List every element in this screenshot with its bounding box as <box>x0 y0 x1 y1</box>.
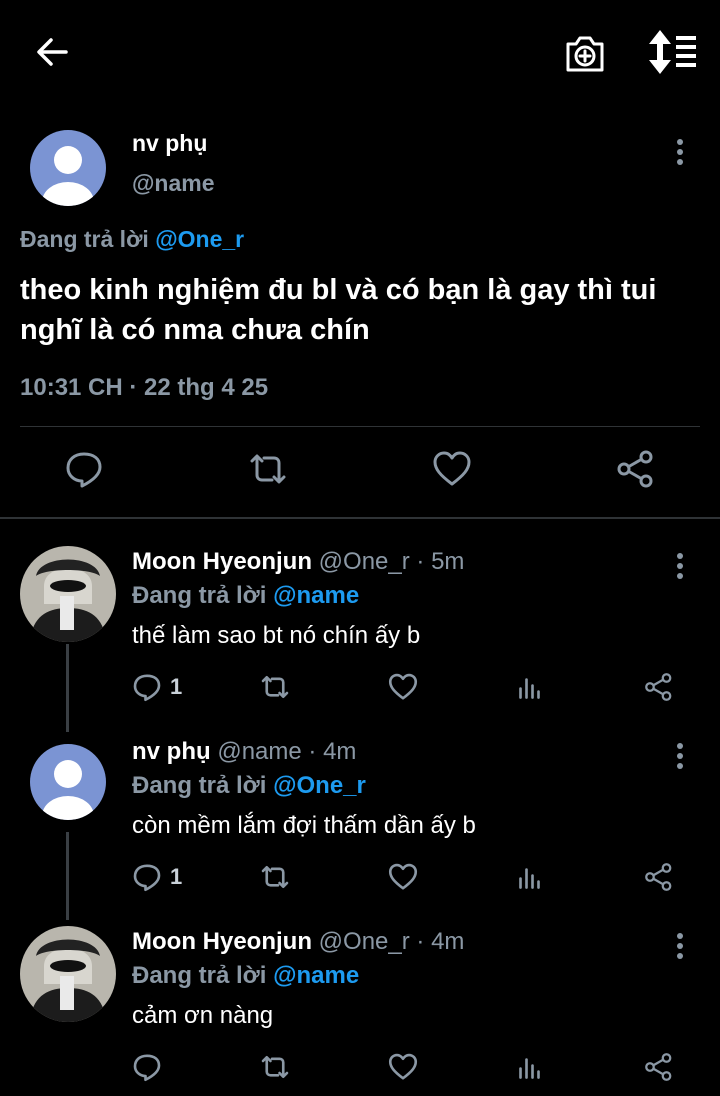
default-avatar-icon <box>42 760 94 820</box>
reply-text: cảm ơn nàng <box>132 1002 274 1029</box>
replying-to: Đang trả lời @One_r <box>20 226 244 253</box>
reply-button[interactable] <box>132 1050 162 1084</box>
retweet-icon[interactable] <box>248 449 288 489</box>
replying-to-handle[interactable]: @One_r <box>155 226 244 252</box>
retweet-button[interactable] <box>260 670 290 704</box>
author-handle[interactable]: @name <box>132 170 215 197</box>
retweet-icon <box>261 865 289 889</box>
more-options-icon[interactable] <box>668 930 692 962</box>
replying-to-label: Đang trả lời <box>132 582 267 609</box>
replying-to-label: Đang trả lời <box>20 226 149 252</box>
reply-count: 1 <box>170 864 183 889</box>
avatar[interactable] <box>30 130 106 206</box>
stats-icon <box>519 868 540 889</box>
replying-to: Đang trả lời @name <box>132 582 359 610</box>
author-name[interactable]: Moon Hyeonjun <box>132 548 312 575</box>
author-name[interactable]: nv phụ <box>132 130 207 157</box>
more-options-icon[interactable] <box>668 550 692 582</box>
sort-icon[interactable] <box>646 28 698 76</box>
reply-button[interactable]: 1 <box>132 860 182 894</box>
replying-to-label: Đang trả lời <box>132 772 267 799</box>
share-button[interactable] <box>644 1050 674 1084</box>
like-icon <box>388 673 418 700</box>
more-options-icon[interactable] <box>668 740 692 772</box>
reply-tweet[interactable]: nv phụ @name · 4m Đang trả lời @One_r cò… <box>0 736 720 926</box>
top-bar <box>0 0 720 104</box>
author-name[interactable]: nv phụ <box>132 738 211 765</box>
post-age: · 5m <box>416 548 465 575</box>
stats-button[interactable] <box>516 670 546 704</box>
reply-tweet[interactable]: Moon Hyeonjun @One_r · 5m Đang trả lời @… <box>0 546 720 736</box>
avatar[interactable] <box>20 546 116 642</box>
reply-icon <box>133 674 161 702</box>
reply-text: còn mềm lắm đợi thấm dần ấy b <box>132 812 476 839</box>
share-icon <box>645 673 672 701</box>
avatar[interactable] <box>30 744 106 820</box>
reply-header: Moon Hyeonjun @One_r · 5m <box>132 548 464 576</box>
share-button[interactable] <box>644 860 674 894</box>
like-button[interactable] <box>388 670 418 704</box>
profile-photo <box>20 546 116 642</box>
stats-icon <box>519 678 540 699</box>
replying-to-handle[interactable]: @name <box>273 962 359 989</box>
section-separator <box>0 517 720 519</box>
author-handle[interactable]: @One_r <box>319 928 410 955</box>
retweet-button[interactable] <box>260 860 290 894</box>
retweet-button[interactable] <box>260 1050 290 1084</box>
replying-to-handle[interactable]: @One_r <box>273 772 366 799</box>
share-icon <box>645 863 672 891</box>
reply-count: 1 <box>170 674 183 699</box>
reply-icon <box>133 1054 161 1082</box>
more-options-icon[interactable] <box>668 136 692 168</box>
author-name[interactable]: Moon Hyeonjun <box>132 928 312 955</box>
profile-photo <box>20 926 116 1022</box>
main-tweet: nv phụ @name Đang trả lời @One_r theo ki… <box>0 104 720 518</box>
reply-tweet[interactable]: Moon Hyeonjun @One_r · 4m Đang trả lời @… <box>0 926 720 1096</box>
reply-header: Moon Hyeonjun @One_r · 4m <box>132 928 464 956</box>
post-age: · 4m <box>416 928 465 955</box>
share-icon[interactable] <box>616 449 656 489</box>
like-button[interactable] <box>388 860 418 894</box>
reply-header: nv phụ @name · 4m <box>132 738 356 766</box>
default-avatar-icon <box>42 146 94 206</box>
tweet-text: theo kinh nghiệm đu bl và có bạn là gay … <box>20 274 657 346</box>
replying-to: Đang trả lời @name <box>132 962 359 990</box>
share-button[interactable] <box>644 670 674 704</box>
share-icon <box>645 1053 672 1081</box>
retweet-icon <box>261 1055 289 1079</box>
replying-to: Đang trả lời @One_r <box>132 772 366 800</box>
divider <box>20 426 700 427</box>
stats-button[interactable] <box>516 860 546 894</box>
post-age: · 4m <box>308 738 357 765</box>
reply-icon[interactable] <box>64 449 104 489</box>
reply-icon <box>133 864 161 892</box>
author-handle[interactable]: @One_r <box>319 548 410 575</box>
like-icon <box>388 863 418 890</box>
like-button[interactable] <box>388 1050 418 1084</box>
reply-button[interactable]: 1 <box>132 670 182 704</box>
back-arrow-icon[interactable] <box>30 30 74 74</box>
replying-to-label: Đang trả lời <box>132 962 267 989</box>
retweet-icon <box>261 675 289 699</box>
thread-line <box>66 644 69 732</box>
author-handle[interactable]: @name <box>217 738 301 765</box>
avatar[interactable] <box>20 926 116 1022</box>
stats-icon <box>519 1058 540 1079</box>
tweet-timestamp: 10:31 CH · 22 thg 4 25 <box>20 374 269 401</box>
stats-button[interactable] <box>516 1050 546 1084</box>
camera-plus-icon[interactable] <box>562 30 608 76</box>
like-icon <box>388 1053 418 1080</box>
replying-to-handle[interactable]: @name <box>273 582 359 609</box>
like-icon[interactable] <box>432 449 472 489</box>
reply-text: thế làm sao bt nó chín ấy b <box>132 622 421 649</box>
thread-line <box>66 832 69 920</box>
